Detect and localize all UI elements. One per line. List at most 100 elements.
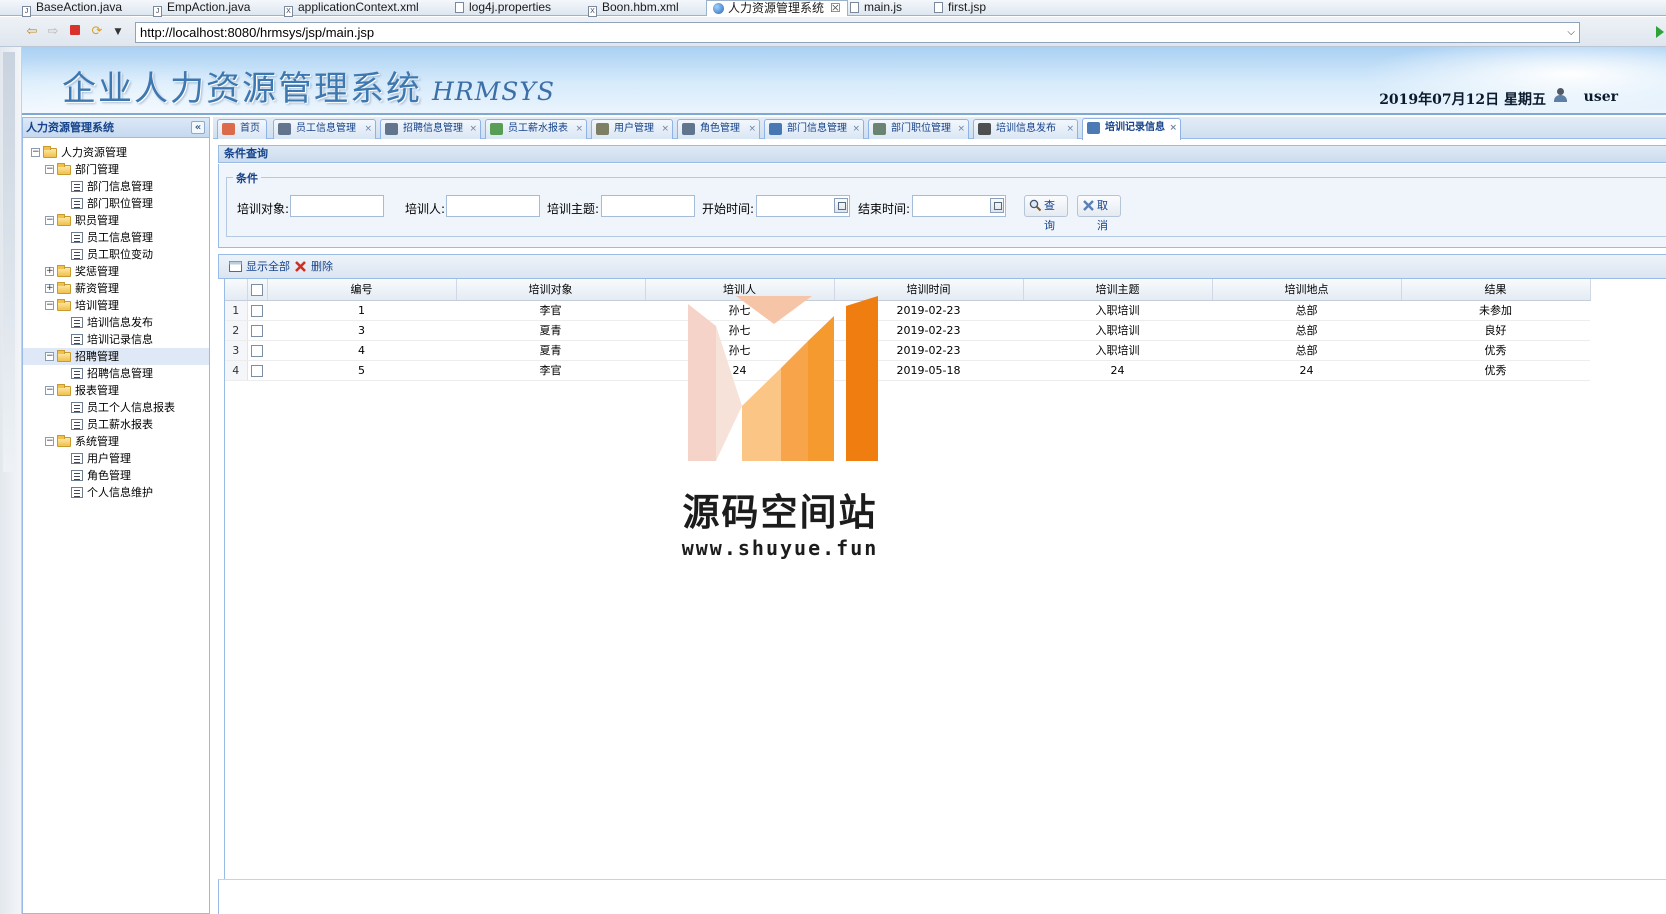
close-tab-icon[interactable]: × xyxy=(1066,120,1074,138)
collapse-icon[interactable]: − xyxy=(45,386,54,395)
current-user[interactable]: user xyxy=(1584,89,1618,105)
tree-item[interactable]: 个人信息维护 xyxy=(23,484,209,501)
search-button[interactable]: 查询 xyxy=(1024,195,1068,232)
column-header[interactable]: 编号 xyxy=(267,279,457,301)
table-row[interactable]: 1 1 李官 孙七 2019-02-23 入职培训 总部 未参加 xyxy=(225,300,1590,321)
select-all-checkbox-cell[interactable] xyxy=(247,279,268,301)
forward-arrow-icon[interactable]: ⇨ xyxy=(45,24,61,40)
tree-folder[interactable]: + 薪资管理 xyxy=(23,280,209,297)
end-time-input[interactable] xyxy=(912,195,1006,217)
tree-item[interactable]: 员工薪水报表 xyxy=(23,416,209,433)
editor-tab[interactable]: log4j.properties xyxy=(455,0,551,16)
stop-icon[interactable] xyxy=(67,24,83,40)
select-all-checkbox[interactable] xyxy=(251,283,263,296)
query-panel: 条件 培训对象: 培训人: 培训主题: 开始时间: 结束时间: 查询 取消 xyxy=(218,164,1666,248)
close-tab-icon[interactable]: × xyxy=(469,120,477,138)
editor-tab[interactable]: X Boon.hbm.xml xyxy=(588,0,679,17)
page-tab[interactable]: 招聘信息管理 × xyxy=(380,119,481,139)
expand-icon[interactable]: + xyxy=(45,284,54,293)
table-row[interactable]: 3 4 夏青 孙七 2019-02-23 入职培训 总部 优秀 xyxy=(225,340,1590,361)
row-checkbox[interactable] xyxy=(251,324,264,337)
calendar-icon[interactable] xyxy=(834,198,848,213)
tree-item[interactable]: 用户管理 xyxy=(23,450,209,467)
collapse-icon[interactable]: − xyxy=(45,165,54,174)
collapse-icon[interactable]: − xyxy=(45,437,54,446)
start-time-input[interactable] xyxy=(756,195,850,217)
editor-tab[interactable]: XapplicationContext.xml xyxy=(284,0,419,17)
collapse-icon[interactable]: − xyxy=(45,301,54,310)
close-tab-icon[interactable]: × xyxy=(957,120,965,138)
tree-item[interactable]: 员工个人信息报表 xyxy=(23,399,209,416)
close-tab-icon[interactable]: × xyxy=(852,120,860,138)
tree-item[interactable]: 部门职位管理 xyxy=(23,195,209,212)
tree-item[interactable]: 培训记录信息 xyxy=(23,331,209,348)
row-checkbox-cell[interactable] xyxy=(247,360,267,381)
page-tab[interactable]: 用户管理 × xyxy=(591,119,673,139)
row-checkbox[interactable] xyxy=(251,304,264,317)
tree-item[interactable]: 招聘信息管理 xyxy=(23,365,209,382)
page-tab[interactable]: 员工信息管理 × xyxy=(273,119,376,139)
column-header[interactable]: 培训主题 xyxy=(1023,279,1213,301)
page-icon xyxy=(71,198,83,209)
editor-tab-active[interactable]: 人力资源管理系统 ☒ xyxy=(706,0,848,16)
tree-folder[interactable]: − 报表管理 xyxy=(23,382,209,399)
column-header[interactable]: 培训地点 xyxy=(1212,279,1402,301)
collapse-icon[interactable]: − xyxy=(31,148,40,157)
editor-tab[interactable]: J EmpAction.java xyxy=(153,0,250,17)
url-field[interactable]: http://localhost:8080/hrmsys/jsp/main.js… xyxy=(135,22,1580,43)
expand-icon[interactable]: + xyxy=(45,267,54,276)
back-arrow-icon[interactable]: ⇦ xyxy=(24,24,40,40)
close-icon[interactable]: ☒ xyxy=(830,1,841,15)
page-tab[interactable]: 部门职位管理 × xyxy=(868,119,969,139)
show-all-button[interactable]: 显示全部 xyxy=(229,259,290,275)
row-checkbox[interactable] xyxy=(251,344,264,357)
tree-item[interactable]: 角色管理 xyxy=(23,467,209,484)
collapse-icon[interactable]: − xyxy=(45,216,54,225)
close-tab-icon[interactable]: × xyxy=(364,120,372,138)
go-icon[interactable] xyxy=(1656,26,1664,38)
delete-button[interactable]: 删除 xyxy=(294,259,333,275)
close-tab-icon[interactable]: × xyxy=(661,120,669,138)
close-tab-icon[interactable]: × xyxy=(748,120,756,138)
tree-folder[interactable]: − 部门管理 xyxy=(23,161,209,178)
collapse-icon[interactable]: − xyxy=(45,352,54,361)
column-header[interactable]: 结果 xyxy=(1401,279,1591,301)
editor-tab[interactable]: main.js xyxy=(850,0,902,16)
row-checkbox-cell[interactable] xyxy=(247,340,267,361)
refresh-icon[interactable]: ⟳ xyxy=(89,24,105,40)
tree-folder[interactable]: − 系统管理 xyxy=(23,433,209,450)
chevron-down-icon[interactable]: ▼ xyxy=(110,24,126,40)
tree-item[interactable]: 员工信息管理 xyxy=(23,229,209,246)
close-tab-icon[interactable]: × xyxy=(1169,119,1177,137)
tree-item[interactable]: 培训信息发布 xyxy=(23,314,209,331)
tree-folder[interactable]: − 职员管理 xyxy=(23,212,209,229)
row-checkbox[interactable] xyxy=(251,364,264,377)
page-tab[interactable]: 首页 xyxy=(217,119,267,139)
row-checkbox-cell[interactable] xyxy=(247,320,267,341)
collapse-sidebar-icon[interactable]: « xyxy=(191,121,205,134)
page-tab[interactable]: 员工薪水报表 × xyxy=(485,119,587,139)
tree-item[interactable]: 部门信息管理 xyxy=(23,178,209,195)
tree-folder[interactable]: − 招聘管理 xyxy=(23,348,209,365)
close-tab-icon[interactable]: × xyxy=(575,120,583,138)
page-tab[interactable]: 部门信息管理 × xyxy=(764,119,864,139)
tree-folder[interactable]: − 培训管理 xyxy=(23,297,209,314)
calendar-icon[interactable] xyxy=(990,198,1004,213)
tree-item[interactable]: 员工职位变动 xyxy=(23,246,209,263)
page-tab[interactable]: 培训记录信息 × xyxy=(1082,118,1181,140)
url-dropdown-icon[interactable]: ⌵ xyxy=(1567,23,1575,42)
editor-tab[interactable]: J BaseAction.java xyxy=(22,0,122,17)
cancel-button[interactable]: 取消 xyxy=(1077,195,1121,232)
page-tab[interactable]: 培训信息发布 × xyxy=(973,119,1078,139)
table-row[interactable]: 2 3 夏青 孙七 2019-02-23 入职培训 总部 良好 xyxy=(225,320,1590,341)
row-checkbox-cell[interactable] xyxy=(247,300,267,321)
tree-folder[interactable]: − 人力资源管理 xyxy=(23,144,209,161)
target-input[interactable] xyxy=(290,195,384,217)
editor-tab[interactable]: first.jsp xyxy=(934,0,986,16)
column-header[interactable]: 培训对象 xyxy=(456,279,646,301)
trainer-input[interactable] xyxy=(446,195,540,217)
table-row[interactable]: 4 5 李官 24 2019-05-18 24 24 优秀 xyxy=(225,360,1590,381)
page-tab[interactable]: 角色管理 × xyxy=(677,119,760,139)
tree-folder[interactable]: + 奖惩管理 xyxy=(23,263,209,280)
topic-input[interactable] xyxy=(601,195,695,217)
